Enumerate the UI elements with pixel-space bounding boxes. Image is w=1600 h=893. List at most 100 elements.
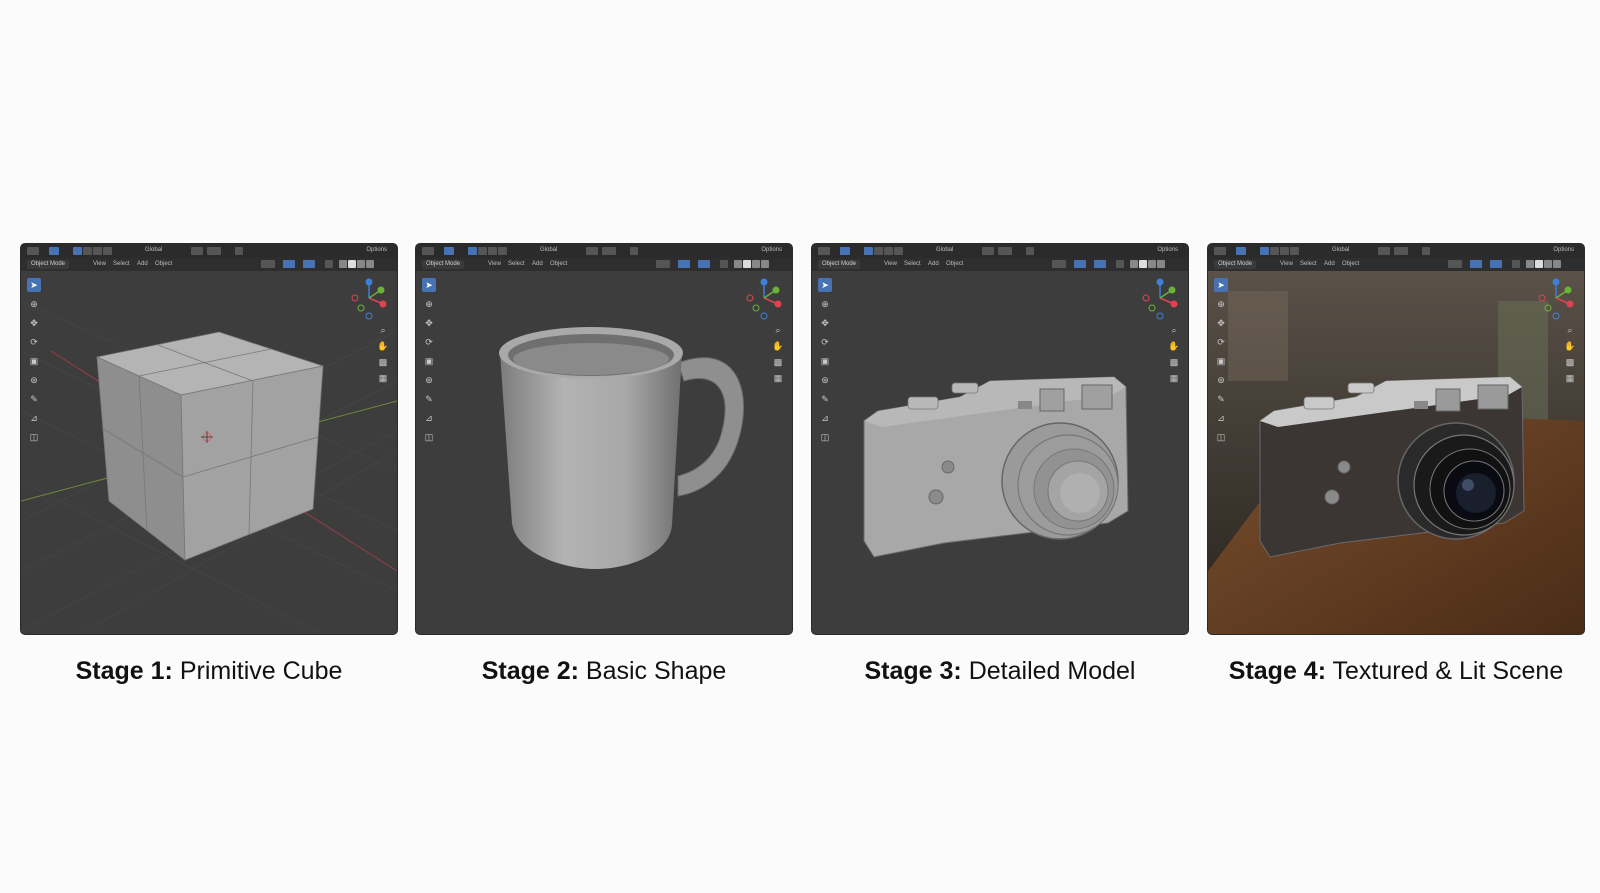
editor-type-button[interactable] — [27, 247, 39, 255]
options-dropdown[interactable]: Options — [1157, 245, 1178, 256]
grid-ortho-icon[interactable]: ▦ — [772, 372, 784, 384]
grid-ortho-icon[interactable]: ▦ — [377, 372, 389, 384]
menu-object[interactable]: Object — [1342, 259, 1359, 270]
move-icon[interactable]: ✥ — [818, 316, 832, 330]
select-mode-invert-button[interactable] — [103, 247, 112, 255]
object-mode-dropdown[interactable]: Object Mode — [422, 260, 465, 269]
snap-button[interactable] — [602, 247, 616, 255]
shading-rendered-button[interactable] — [366, 260, 374, 268]
select-mode-invert-button[interactable] — [498, 247, 507, 255]
select-mode-new-button[interactable] — [468, 247, 477, 255]
transform-icon[interactable]: ⊛ — [1214, 373, 1228, 387]
measure-icon[interactable]: ⊿ — [818, 411, 832, 425]
proportional-edit-button[interactable] — [1026, 247, 1034, 255]
shading-material-button[interactable] — [357, 260, 365, 268]
select-mode-invert-button[interactable] — [1290, 247, 1299, 255]
transform-orientation-dropdown[interactable]: Global — [145, 245, 162, 256]
menu-add[interactable]: Add — [928, 259, 939, 270]
pivot-point-button[interactable] — [982, 247, 994, 255]
zoom-icon[interactable]: ⌕ — [1564, 324, 1576, 336]
shading-solid-button[interactable] — [348, 260, 356, 268]
overlays-toggle-button[interactable] — [303, 260, 315, 268]
options-dropdown[interactable]: Options — [761, 245, 782, 256]
scale-icon[interactable]: ▣ — [818, 354, 832, 368]
shading-material-button[interactable] — [752, 260, 760, 268]
select-mode-extend-button[interactable] — [83, 247, 92, 255]
menu-object[interactable]: Object — [946, 259, 963, 270]
axis-gizmo-icon[interactable] — [349, 276, 389, 320]
scale-icon[interactable]: ▣ — [422, 354, 436, 368]
select-mode-extend-button[interactable] — [1270, 247, 1279, 255]
pan-hand-icon[interactable]: ✋ — [772, 340, 784, 352]
overlays-toggle-button[interactable] — [1490, 260, 1502, 268]
transform-icon[interactable]: ⊛ — [422, 373, 436, 387]
move-icon[interactable]: ✥ — [422, 316, 436, 330]
proportional-edit-button[interactable] — [1422, 247, 1430, 255]
pan-hand-icon[interactable]: ✋ — [1168, 340, 1180, 352]
view-object-types-button[interactable] — [261, 260, 275, 268]
menu-view[interactable]: View — [93, 259, 106, 270]
select-tool-button[interactable] — [49, 247, 59, 255]
select-tool-button[interactable] — [840, 247, 850, 255]
annotate-icon[interactable]: ✎ — [818, 392, 832, 406]
shading-wireframe-button[interactable] — [339, 260, 347, 268]
object-mode-dropdown[interactable]: Object Mode — [1214, 260, 1257, 269]
shading-wireframe-button[interactable] — [1526, 260, 1534, 268]
camera-view-icon[interactable]: ▩ — [377, 356, 389, 368]
select-mode-invert-button[interactable] — [894, 247, 903, 255]
transform-icon[interactable]: ⊛ — [818, 373, 832, 387]
cursor-icon[interactable]: ⊕ — [818, 297, 832, 311]
select-mode-subtract-button[interactable] — [884, 247, 893, 255]
view-object-types-button[interactable] — [656, 260, 670, 268]
options-dropdown[interactable]: Options — [1553, 245, 1574, 256]
select-mode-new-button[interactable] — [73, 247, 82, 255]
menu-object[interactable]: Object — [550, 259, 567, 270]
gizmo-toggle-button[interactable] — [1470, 260, 1482, 268]
measure-icon[interactable]: ⊿ — [422, 411, 436, 425]
select-box-icon[interactable]: ➤ — [1214, 278, 1228, 292]
axis-gizmo-icon[interactable] — [1140, 276, 1180, 320]
pan-hand-icon[interactable]: ✋ — [377, 340, 389, 352]
add-cube-icon[interactable]: ◫ — [27, 430, 41, 444]
pan-hand-icon[interactable]: ✋ — [1564, 340, 1576, 352]
shading-wireframe-button[interactable] — [1130, 260, 1138, 268]
object-mode-dropdown[interactable]: Object Mode — [818, 260, 861, 269]
select-tool-button[interactable] — [444, 247, 454, 255]
viewport-canvas[interactable] — [1208, 271, 1584, 634]
add-cube-icon[interactable]: ◫ — [818, 430, 832, 444]
view-object-types-button[interactable] — [1448, 260, 1462, 268]
view-object-types-button[interactable] — [1052, 260, 1066, 268]
shading-wireframe-button[interactable] — [734, 260, 742, 268]
shading-solid-button[interactable] — [1139, 260, 1147, 268]
axis-gizmo-icon[interactable] — [1536, 276, 1576, 320]
shading-solid-button[interactable] — [743, 260, 751, 268]
zoom-icon[interactable]: ⌕ — [377, 324, 389, 336]
camera-view-icon[interactable]: ▩ — [1564, 356, 1576, 368]
overlays-toggle-button[interactable] — [1094, 260, 1106, 268]
grid-ortho-icon[interactable]: ▦ — [1168, 372, 1180, 384]
menu-add[interactable]: Add — [532, 259, 543, 270]
menu-object[interactable]: Object — [155, 259, 172, 270]
menu-add[interactable]: Add — [137, 259, 148, 270]
select-mode-new-button[interactable] — [864, 247, 873, 255]
select-box-icon[interactable]: ➤ — [27, 278, 41, 292]
annotate-icon[interactable]: ✎ — [27, 392, 41, 406]
overlays-toggle-button[interactable] — [698, 260, 710, 268]
grid-ortho-icon[interactable]: ▦ — [1564, 372, 1576, 384]
zoom-icon[interactable]: ⌕ — [1168, 324, 1180, 336]
options-dropdown[interactable]: Options — [366, 245, 387, 256]
editor-type-button[interactable] — [1214, 247, 1226, 255]
move-icon[interactable]: ✥ — [1214, 316, 1228, 330]
menu-view[interactable]: View — [488, 259, 501, 270]
select-mode-subtract-button[interactable] — [488, 247, 497, 255]
select-mode-new-button[interactable] — [1260, 247, 1269, 255]
shading-rendered-button[interactable] — [761, 260, 769, 268]
transform-orientation-dropdown[interactable]: Global — [1332, 245, 1349, 256]
viewport-canvas[interactable] — [812, 271, 1188, 634]
xray-toggle-button[interactable] — [1116, 260, 1124, 268]
add-cube-icon[interactable]: ◫ — [1214, 430, 1228, 444]
menu-select[interactable]: Select — [508, 259, 525, 270]
viewport-canvas[interactable] — [416, 271, 792, 634]
transform-icon[interactable]: ⊛ — [27, 373, 41, 387]
rotate-icon[interactable]: ⟳ — [422, 335, 436, 349]
